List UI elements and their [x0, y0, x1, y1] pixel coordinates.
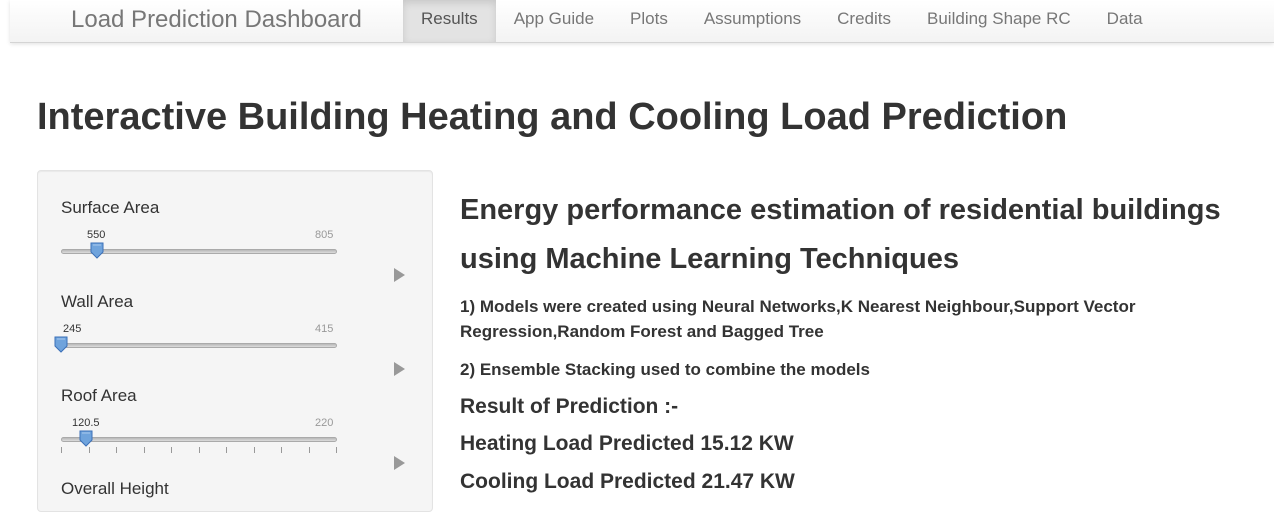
overall-height-label: Overall Height: [61, 479, 169, 498]
wall-area-track[interactable]: [61, 343, 337, 348]
models-description: 1) Models were created using Neural Netw…: [460, 297, 1136, 341]
slider-tick: [308, 447, 310, 453]
roof-area-handle[interactable]: [79, 430, 93, 447]
sidebar-panel: Surface Area 550 805 Wall Area 245 415 R…: [37, 170, 433, 512]
result-title: Result of Prediction :-: [460, 395, 679, 418]
wall-area-play-icon[interactable]: [394, 362, 405, 376]
slider-tick: [336, 447, 337, 453]
wall-area-handle[interactable]: [54, 336, 68, 353]
surface-area-max: 805: [315, 229, 334, 241]
tab-building-shape-rc[interactable]: Building Shape RC: [909, 0, 1089, 42]
tab-assumptions[interactable]: Assumptions: [686, 0, 819, 42]
slider-tick: [61, 447, 62, 453]
cooling-load-result: Cooling Load Predicted 21.47 KW: [460, 470, 795, 493]
slider-tick: [143, 447, 145, 453]
tab-credits[interactable]: Credits: [819, 0, 909, 42]
navbar: Load Prediction Dashboard Results App Gu…: [10, 0, 1274, 43]
wall-area-max: 415: [315, 323, 334, 335]
roof-area-value: 120.5: [72, 417, 100, 429]
tab-results[interactable]: Results: [403, 0, 496, 42]
roof-area-max: 220: [315, 417, 334, 429]
surface-area-value: 550: [87, 229, 106, 241]
heating-load-result: Heating Load Predicted 15.12 KW: [460, 432, 794, 455]
tab-data[interactable]: Data: [1089, 0, 1161, 42]
app-brand[interactable]: Load Prediction Dashboard: [71, 6, 362, 34]
tab-plots[interactable]: Plots: [612, 0, 686, 42]
roof-area-ticks: [61, 447, 337, 453]
wall-area-value: 245: [63, 323, 82, 335]
roof-area-label: Roof Area: [61, 386, 137, 405]
slider-tick: [253, 447, 255, 453]
wall-area-label: Wall Area: [61, 292, 134, 311]
main-heading: Energy performance estimation of residen…: [460, 194, 1221, 275]
slider-tick: [281, 447, 282, 453]
roof-area-play-icon[interactable]: [394, 456, 405, 470]
slider-tick: [198, 447, 200, 453]
roof-area-track[interactable]: [61, 437, 337, 442]
surface-area-label: Surface Area: [61, 198, 160, 217]
surface-area-play-icon[interactable]: [394, 268, 405, 282]
slider-tick: [116, 447, 117, 453]
page-title: Interactive Building Heating and Cooling…: [37, 96, 1068, 138]
slider-tick: [226, 447, 227, 453]
ensemble-description: 2) Ensemble Stacking used to combine the…: [460, 360, 870, 379]
nav-tabs: Results App Guide Plots Assumptions Cred…: [403, 0, 1161, 42]
tab-app-guide[interactable]: App Guide: [496, 0, 612, 42]
slider-tick: [88, 447, 90, 453]
surface-area-handle[interactable]: [90, 242, 104, 259]
slider-tick: [171, 447, 172, 453]
